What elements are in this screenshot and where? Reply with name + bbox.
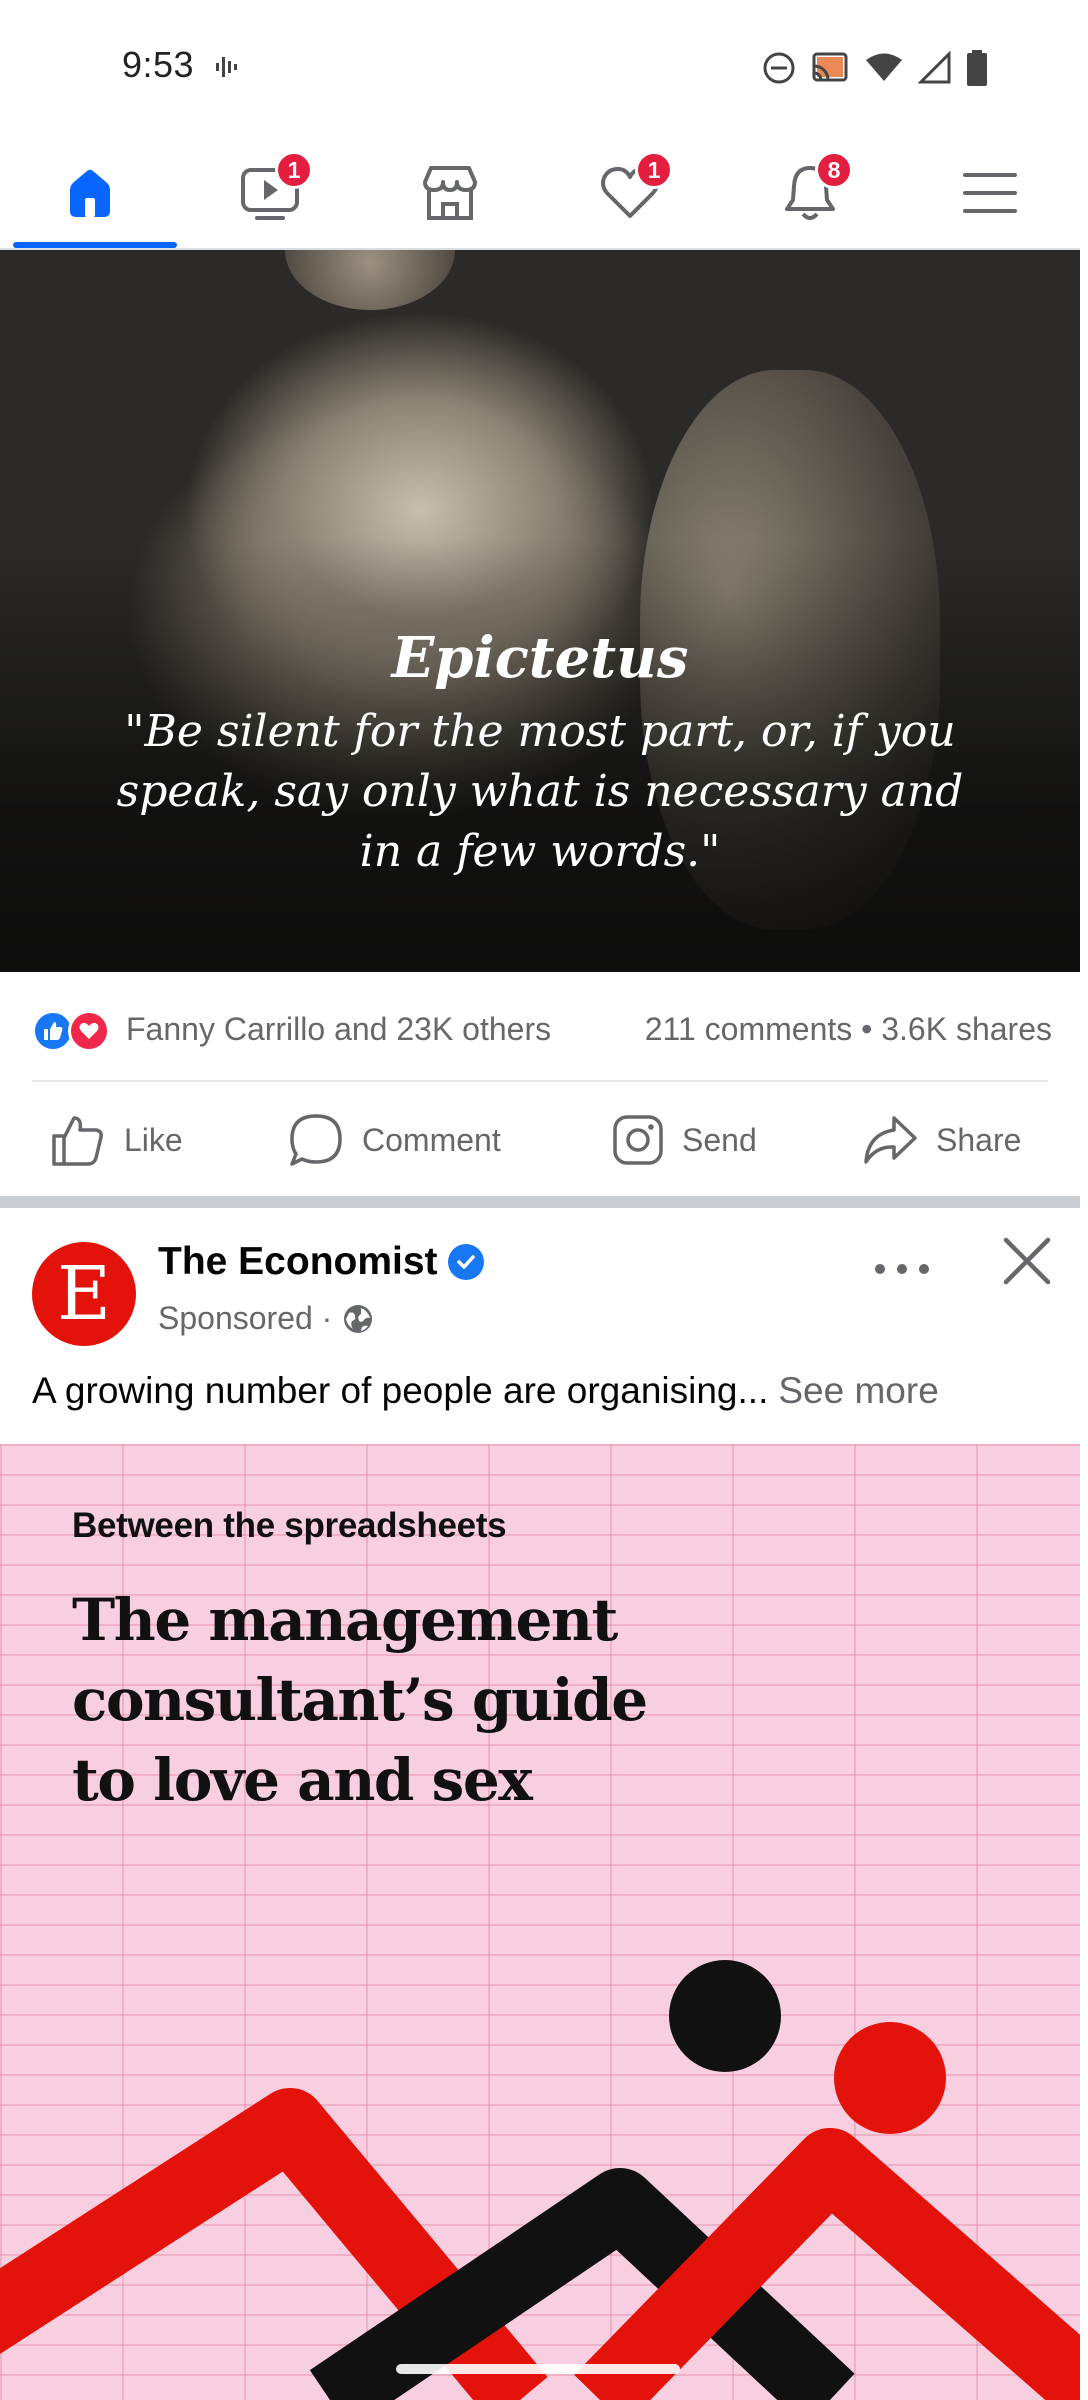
comment-share-counts[interactable]: 211 comments • 3.6K shares: [645, 1011, 1052, 1048]
status-time: 9:53: [122, 44, 195, 85]
instagram-send-icon: [613, 1115, 663, 1165]
globe-icon: [344, 1304, 373, 1333]
active-tab-indicator: [13, 242, 177, 248]
video-badge: 1: [275, 151, 313, 189]
send-label: Send: [682, 1121, 757, 1158]
send-button[interactable]: Send: [612, 1100, 757, 1180]
ad-caption: A growing number of people are organisin…: [32, 1370, 769, 1411]
tab-dating[interactable]: 1: [545, 135, 715, 250]
thumbs-up-icon: [52, 1116, 103, 1166]
top-navigation: 1 1 8: [0, 135, 1080, 250]
page-name[interactable]: The Economist: [158, 1240, 484, 1284]
reactions-summary[interactable]: Fanny Carrillo and 23K others 211 commen…: [32, 1004, 1052, 1054]
close-icon[interactable]: [1000, 1234, 1054, 1288]
verified-badge-icon: [447, 1244, 484, 1280]
quote-text: "Be silent for the most part, or, if you…: [116, 706, 964, 877]
avatar[interactable]: E: [32, 1242, 136, 1346]
ad-headline: The management consultant’s guide to lov…: [72, 1586, 648, 1814]
ad-body-text: A growing number of people are organisin…: [32, 1370, 1052, 1412]
see-more-link[interactable]: See more: [778, 1370, 938, 1411]
comment-icon: [290, 1114, 342, 1166]
tab-menu[interactable]: [905, 135, 1075, 250]
love-reaction-icon: [68, 1010, 110, 1052]
voice-activity-icon: [216, 57, 237, 77]
share-arrow-icon: [864, 1116, 917, 1164]
sponsored-text: Sponsored ·: [158, 1300, 333, 1336]
comment-button[interactable]: Comment: [288, 1100, 501, 1180]
marketplace-icon: [423, 165, 477, 220]
signal-icon: [918, 51, 951, 84]
dating-badge: 1: [635, 151, 673, 189]
feed-separator: [0, 1196, 1080, 1208]
reaction-names: Fanny Carrillo and 23K others: [126, 1010, 552, 1047]
tab-notifications[interactable]: 8: [725, 135, 895, 250]
hamburger-menu-icon: [963, 172, 1017, 213]
share-label: Share: [936, 1121, 1022, 1158]
like-button[interactable]: Like: [50, 1100, 183, 1180]
comment-label: Comment: [362, 1121, 501, 1158]
page-name-text: The Economist: [158, 1240, 438, 1283]
tab-home[interactable]: [5, 135, 177, 250]
wifi-icon: [866, 53, 902, 81]
sponsored-post-header: E The Economist Sponsored · A growing nu…: [0, 1208, 1080, 1444]
ad-creative-image[interactable]: Between the spreadsheets The management …: [0, 1444, 1080, 2400]
notifications-badge: 8: [815, 151, 853, 189]
quote-author: Epictetus: [391, 625, 689, 691]
cast-icon: [812, 52, 848, 82]
divider: [32, 1080, 1048, 1082]
like-label: Like: [124, 1121, 183, 1158]
reaction-icons: [32, 1004, 122, 1054]
ad-kicker: Between the spreadsheets: [72, 1506, 507, 1545]
post-image-statue[interactable]: Epictetus "Be silent for the most part, …: [0, 250, 1080, 972]
gesture-home-indicator[interactable]: [396, 2364, 680, 2374]
sponsored-label: Sponsored ·: [158, 1300, 374, 1337]
tab-marketplace[interactable]: [365, 135, 535, 250]
status-bar: 9:53: [0, 0, 1080, 135]
share-button[interactable]: Share: [862, 1100, 1021, 1180]
do-not-disturb-icon: [763, 52, 795, 84]
post-actions: Like Comment Send Share: [0, 1100, 1080, 1180]
more-options-icon[interactable]: [872, 1254, 932, 1284]
home-icon: [70, 169, 110, 217]
tab-video[interactable]: 1: [185, 135, 355, 250]
status-icons: [762, 48, 988, 88]
battery-icon: [967, 50, 987, 86]
